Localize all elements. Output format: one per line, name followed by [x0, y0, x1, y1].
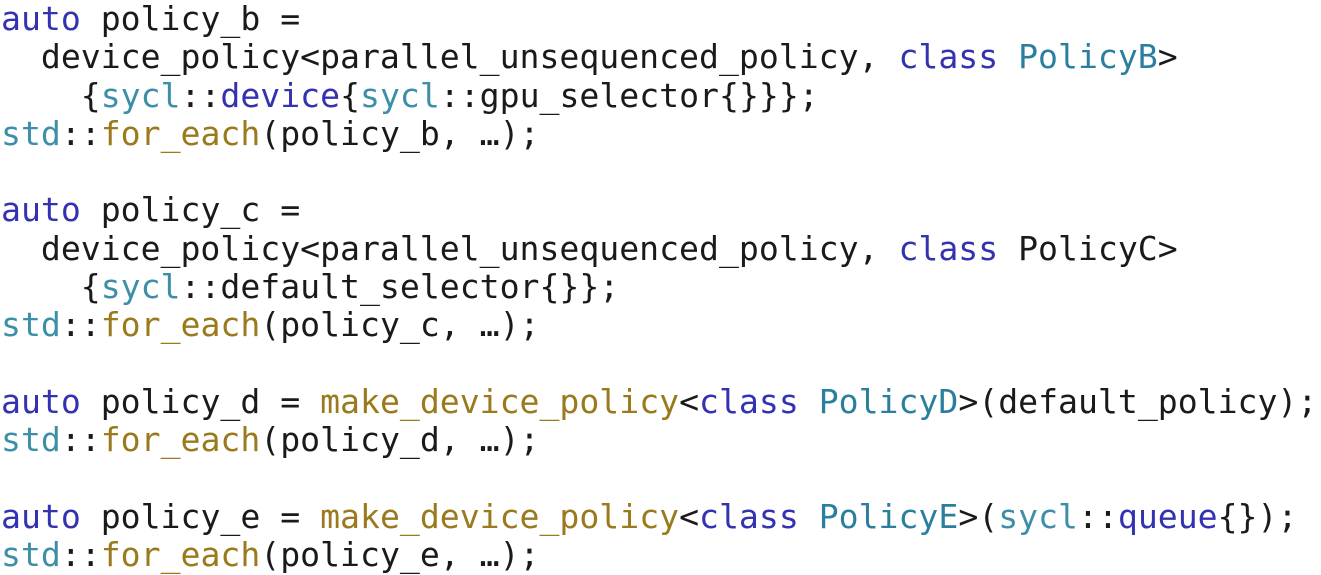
code-line: auto policy_d = make_device_policy<class… — [0, 381, 1321, 421]
code-token-function: make_device_policy — [320, 381, 680, 421]
code-token-plain: ::default_selector{}}; — [180, 267, 620, 307]
code-token-plain: :: — [60, 535, 101, 575]
code-token-namespace: std — [1, 535, 61, 575]
code-token-keyword: auto — [1, 190, 81, 230]
code-token-namespace: std — [1, 305, 61, 345]
code-line: auto policy_e = make_device_policy<class… — [0, 496, 1321, 536]
code-line: auto policy_b = — [0, 0, 1321, 38]
code-token-plain: policy_b = — [80, 0, 301, 38]
code-token-plain: {}); — [1217, 496, 1298, 536]
code-line: {sycl::default_selector{}}; — [0, 267, 1321, 307]
code-token-namespace: std — [1, 420, 61, 460]
code-token-plain: >(default_policy); — [958, 381, 1318, 421]
code-token-function: for_each — [100, 420, 261, 460]
code-line: device_policy<parallel_unsequenced_polic… — [0, 228, 1321, 268]
code-token-plain: :: — [1078, 496, 1118, 536]
code-token-keyword: class — [898, 228, 999, 268]
code-token-plain: ::gpu_selector{}}}; — [439, 75, 819, 115]
code-token-plain: >( — [958, 496, 999, 536]
code-token-keyword: auto — [1, 381, 81, 421]
code-token-namespace: std — [1, 113, 61, 153]
code-token-namespace: sycl — [100, 75, 181, 115]
code-token-plain: policy_c = — [80, 190, 301, 230]
code-token-keyword: class — [699, 496, 799, 536]
code-token-plain: (policy_d, …); — [260, 420, 540, 460]
code-token-plain: :: — [180, 75, 221, 115]
code-line: std::for_each(policy_c, …); — [0, 306, 1321, 344]
code-token-keyword: class — [898, 37, 999, 77]
code-token-plain: device_policy<parallel_unsequenced_polic… — [1, 37, 899, 77]
code-token-type: device — [220, 75, 341, 115]
code-token-plain: < — [679, 381, 700, 421]
code-token-plain: { — [1, 267, 101, 307]
code-token-plain: PolicyC> — [998, 228, 1178, 268]
code-token-plain: > — [1157, 37, 1178, 77]
code-token-plain: :: — [60, 420, 101, 460]
code-token-function: for_each — [100, 113, 261, 153]
code-token-plain: policy_e = — [80, 496, 321, 536]
code-token-function: make_device_policy — [320, 496, 680, 536]
code-token-type_identifier: PolicyB — [1018, 37, 1158, 77]
code-token-namespace: sycl — [100, 267, 181, 307]
code-listing: auto policy_b = device_policy<parallel_u… — [0, 0, 1321, 575]
code-token-keyword: auto — [1, 496, 81, 536]
code-token-plain: (policy_e, …); — [260, 535, 540, 575]
code-line: auto policy_c = — [0, 191, 1321, 229]
code-token-plain: { — [1, 75, 101, 115]
code-token-keyword: class — [699, 381, 799, 421]
code-token-type_identifier: PolicyE — [818, 496, 959, 536]
code-line: std::for_each(policy_e, …); — [0, 536, 1321, 574]
code-line: std::for_each(policy_b, …); — [0, 113, 1321, 153]
code-token-function: for_each — [100, 305, 261, 345]
code-token-plain: :: — [60, 305, 101, 345]
code-token-type: queue — [1117, 496, 1218, 536]
code-token-plain: (policy_c, …); — [260, 305, 540, 345]
code-token-plain: device_policy<parallel_unsequenced_polic… — [1, 228, 899, 268]
code-token-type_identifier: PolicyD — [818, 381, 959, 421]
code-token-namespace: sycl — [998, 496, 1078, 536]
code-line: device_policy<parallel_unsequenced_polic… — [0, 38, 1321, 76]
code-token-function: for_each — [100, 535, 261, 575]
code-line: {sycl::device{sycl::gpu_selector{}}}; — [0, 75, 1321, 115]
code-token-plain: { — [340, 75, 361, 115]
code-token-plain: (policy_b, …); — [260, 113, 540, 153]
code-token-plain: < — [679, 496, 700, 536]
code-token-keyword: auto — [1, 0, 81, 38]
code-token-plain: :: — [60, 113, 101, 153]
code-token-plain: policy_d = — [80, 381, 321, 421]
code-token-namespace: sycl — [360, 75, 440, 115]
code-line: std::for_each(policy_d, …); — [0, 421, 1321, 459]
